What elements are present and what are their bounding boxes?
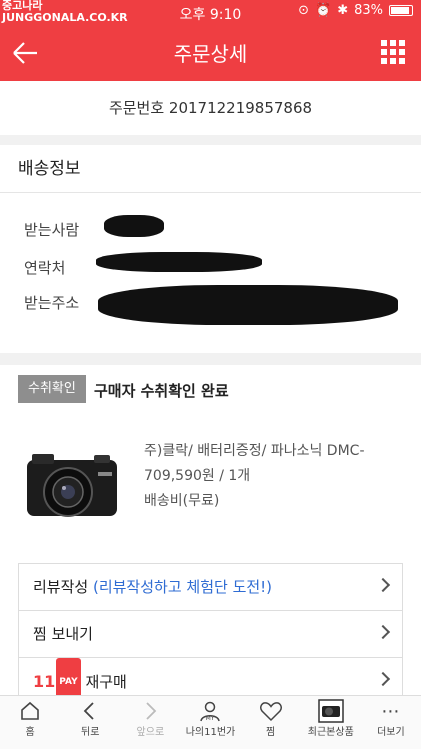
action-list: 리뷰작성 (리뷰작성하고 체험단 도전!) 찜 보내기 11 PAY 재구매 [18,563,403,707]
review-label: 리뷰작성 [33,578,89,596]
shipping-fee: 배송비(무료) [144,493,220,509]
my-profile-icon: MY [200,701,221,722]
nav-back-label: 뒤로 [81,727,100,738]
nav-wish-label: 찜 [266,727,276,738]
alarm-icon: ⏰ [315,3,332,18]
bottom-nav: 홈 뒤로 앞으로 MY 나의11번가 찜 최근본상품 ⋯ 더보기 [0,695,421,749]
bluetooth-icon: ✱ [337,3,349,18]
redacted-recipient [104,215,164,237]
more-icon: ⋯ [381,700,401,722]
nav-my[interactable]: MY 나의11번가 [180,696,240,749]
order-status-text: 구매자 수취확인 완료 [94,382,229,400]
shipping-heading: 배송정보 [0,145,421,193]
heart-icon [259,702,282,722]
status-bar: 중고나라 JUNGGONALA.CO.KR 오후 9:10 ⊙ ⏰ ✱ 83% [0,0,421,24]
send-wish-button[interactable]: 찜 보내기 [19,611,402,658]
my-icon-text: MY [206,715,215,722]
nav-forward[interactable]: 앞으로 [120,696,180,749]
review-hint: (리뷰작성하고 체험단 도전!) [92,578,273,596]
shipping-info: 배송정보 받는사람 연락처 받는주소 [0,145,421,353]
nav-home-label: 홈 [25,727,35,738]
contact-label: 연락처 [24,259,66,277]
status-right: ⊙ ⏰ ✱ 83% [298,3,413,18]
product-name[interactable]: 주)클락/ 배터리증정/ 파나소닉 DMC- [144,440,365,460]
page-title: 주문상세 [173,42,248,66]
rotation-lock-icon: ⊙ [298,3,309,18]
nav-back[interactable]: 뒤로 [60,696,120,749]
battery-icon [389,5,413,16]
order-number: 주문번호 201712219857868 [0,81,421,135]
chevron-left-icon [83,702,94,720]
redacted-address [98,285,398,325]
chevron-right-icon [375,577,391,593]
nav-home[interactable]: 홈 [0,696,60,749]
address-label: 받는주소 [24,294,80,312]
redacted-contact [96,252,262,272]
11pay-brand: 11 [33,672,56,691]
product-price: 709,590원 / 1개 [144,468,251,484]
nav-forward-label: 앞으로 [136,727,165,738]
recent-product-thumbnail [318,699,344,723]
nav-wish[interactable]: 찜 [241,696,301,749]
order-item: 수취확인 구매자 수취확인 완료 주)클락/ 배터리증정/ 파나소닉 DMC- … [0,365,421,707]
reorder-label: 재구매 [85,673,127,691]
send-wish-label: 찜 보내기 [33,625,93,643]
product-image[interactable] [24,450,120,526]
status-badge: 수취확인 [18,375,86,403]
battery-percent: 83% [354,3,383,18]
app-bar: 주문상세 [0,24,421,81]
chevron-right-icon [375,624,391,640]
nav-recent-label: 최근본상품 [307,727,354,738]
nav-recent[interactable]: 최근본상품 [301,696,361,749]
chevron-right-icon [146,702,157,720]
recipient-label: 받는사람 [24,221,80,239]
chevron-right-icon [375,671,391,687]
nav-more-label: 더보기 [377,727,405,738]
home-icon [21,701,39,720]
nav-my-label: 나의11번가 [185,727,236,738]
nav-more[interactable]: ⋯ 더보기 [361,696,421,749]
battery-level [391,7,410,14]
review-button[interactable]: 리뷰작성 (리뷰작성하고 체험단 도전!) [19,564,402,611]
menu-grid-icon[interactable] [381,40,405,64]
